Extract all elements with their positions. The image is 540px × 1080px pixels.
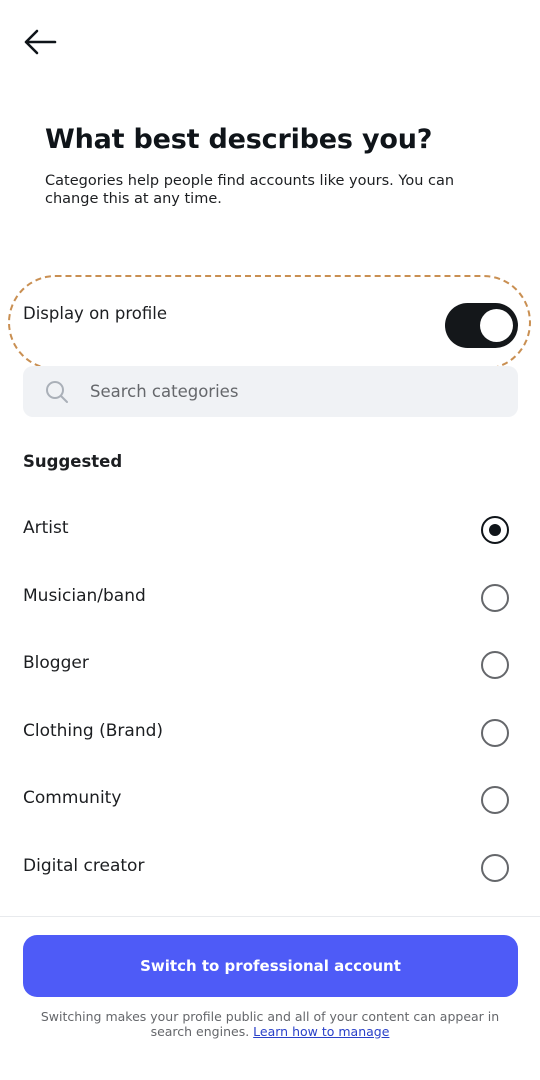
display-on-profile-toggle[interactable] bbox=[445, 303, 518, 348]
category-item-clothing-brand[interactable]: Clothing (Brand) bbox=[0, 699, 540, 767]
category-label: Artist bbox=[23, 518, 69, 538]
category-list: Artist Musician/band Blogger Clothing (B… bbox=[0, 496, 540, 901]
learn-how-to-manage-link[interactable]: Learn how to manage bbox=[253, 1024, 389, 1039]
category-label: Musician/band bbox=[23, 585, 146, 606]
category-label: Blogger bbox=[23, 653, 89, 673]
page-title: What best describes you? bbox=[45, 124, 433, 155]
search-input[interactable] bbox=[90, 366, 500, 417]
category-radio[interactable] bbox=[481, 853, 509, 882]
category-radio[interactable] bbox=[481, 718, 509, 747]
category-item-blogger[interactable]: Blogger bbox=[0, 631, 540, 699]
category-radio[interactable] bbox=[481, 516, 509, 544]
category-label: Clothing (Brand) bbox=[23, 720, 164, 741]
display-on-profile-label: Display on profile bbox=[23, 304, 167, 323]
arrow-left-icon bbox=[24, 29, 57, 55]
category-radio[interactable] bbox=[481, 583, 509, 612]
page-subtitle: Categories help people find accounts lik… bbox=[45, 173, 455, 207]
category-item-musician-band[interactable]: Musician/band bbox=[0, 564, 540, 632]
category-item-artist[interactable]: Artist bbox=[0, 496, 540, 564]
suggested-heading: Suggested bbox=[23, 452, 123, 471]
category-item-digital-creator[interactable]: Digital creator bbox=[0, 834, 540, 902]
footer-divider bbox=[0, 916, 540, 917]
category-label: Community bbox=[23, 788, 122, 808]
footer-note: Switching makes your profile public and … bbox=[30, 1009, 510, 1039]
category-item-community[interactable]: Community bbox=[0, 766, 540, 834]
back-button[interactable] bbox=[22, 26, 58, 58]
category-radio[interactable] bbox=[481, 651, 509, 679]
search-bar[interactable] bbox=[23, 366, 518, 417]
toggle-knob bbox=[480, 309, 513, 342]
category-radio[interactable] bbox=[481, 786, 509, 814]
switch-to-professional-button[interactable]: Switch to professional account bbox=[23, 935, 518, 997]
search-icon bbox=[46, 381, 68, 403]
category-label: Digital creator bbox=[23, 855, 145, 876]
